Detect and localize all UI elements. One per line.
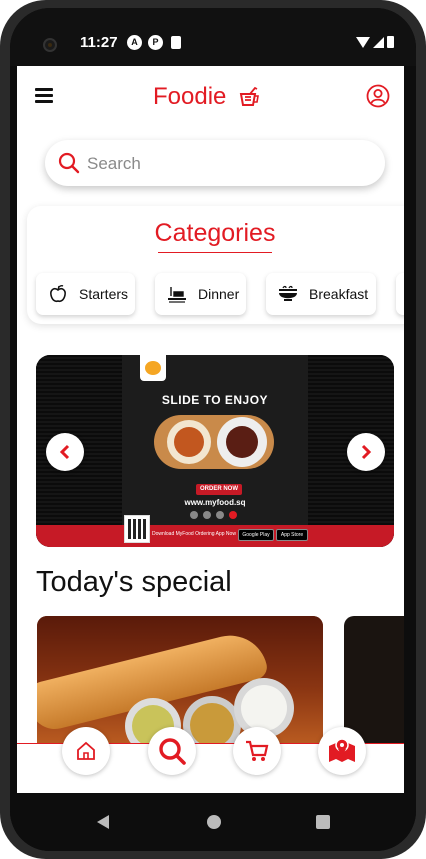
category-chip-more[interactable] bbox=[396, 273, 404, 315]
signal-icon bbox=[373, 37, 384, 48]
cart-icon bbox=[246, 740, 269, 761]
nav-home-button[interactable] bbox=[62, 727, 110, 775]
search-bar bbox=[45, 140, 385, 186]
search-icon bbox=[159, 738, 186, 765]
camera-icon bbox=[43, 38, 57, 52]
profile-icon[interactable] bbox=[366, 84, 390, 113]
banner-heading: SLIDE TO ENJOY bbox=[161, 393, 269, 407]
notification-a-icon: A bbox=[127, 35, 142, 50]
carousel-dot-active[interactable] bbox=[229, 511, 237, 519]
chicken-plate-image bbox=[217, 417, 267, 467]
chevron-right-icon bbox=[361, 444, 372, 460]
chevron-left-icon bbox=[59, 444, 70, 460]
category-label: Breakfast bbox=[309, 286, 369, 302]
category-chip-breakfast[interactable]: Breakfast bbox=[266, 273, 376, 315]
google-play-badge[interactable]: Google Play bbox=[238, 529, 274, 541]
curry-bowl-image bbox=[167, 420, 211, 464]
category-chip-starters[interactable]: Starters bbox=[36, 273, 135, 315]
sambar-bowl-fill bbox=[190, 703, 234, 747]
system-nav-bar bbox=[10, 793, 416, 851]
bottom-nav bbox=[17, 727, 404, 793]
raita-bowl-fill bbox=[241, 685, 287, 731]
carousel-dot[interactable] bbox=[216, 511, 224, 519]
status-bar: 11:27 A P bbox=[10, 8, 416, 66]
category-label: Starters bbox=[79, 286, 129, 302]
promo-banner[interactable]: SLIDE TO ENJOY ORDER NOW www.myfood.sq D… bbox=[36, 355, 394, 547]
nav-search-button[interactable] bbox=[148, 727, 196, 775]
app-store-badge[interactable]: App Store bbox=[276, 529, 308, 541]
home-icon bbox=[77, 741, 95, 760]
home-circle-icon[interactable] bbox=[207, 815, 221, 829]
brand-logo bbox=[140, 355, 166, 381]
back-icon[interactable] bbox=[97, 815, 109, 829]
food-logo-icon bbox=[238, 86, 260, 113]
qr-code bbox=[124, 515, 150, 543]
download-text: Download MyFood Ordering App Now bbox=[152, 531, 236, 537]
carousel-dot[interactable] bbox=[203, 511, 211, 519]
categories-underline bbox=[158, 252, 272, 253]
app-title: Foodie bbox=[153, 83, 227, 110]
categories-title: Categories bbox=[154, 219, 276, 247]
section-title: Today's special bbox=[36, 566, 232, 598]
app-screen: Foodie Categories bbox=[17, 66, 404, 793]
category-chip-dinner[interactable]: Dinner bbox=[155, 273, 246, 315]
status-indicators bbox=[356, 36, 394, 48]
status-time: 11:27 bbox=[80, 34, 118, 51]
carousel-dots bbox=[190, 511, 237, 519]
carousel-next-button[interactable] bbox=[347, 433, 385, 471]
sim-card-icon bbox=[171, 36, 181, 49]
banner-url: www.myfood.sq bbox=[184, 498, 246, 507]
notification-p-icon: P bbox=[148, 35, 163, 50]
nav-map-button[interactable] bbox=[318, 727, 366, 775]
app-bar: Foodie bbox=[17, 66, 404, 128]
bowl-icon bbox=[277, 283, 299, 305]
map-icon bbox=[329, 738, 355, 762]
search-input[interactable] bbox=[85, 148, 369, 180]
order-now-button[interactable]: ORDER NOW bbox=[196, 484, 242, 495]
menu-icon[interactable] bbox=[35, 88, 53, 103]
carousel-prev-button[interactable] bbox=[46, 433, 84, 471]
nav-cart-button[interactable] bbox=[233, 727, 281, 775]
recents-icon[interactable] bbox=[316, 815, 330, 829]
apple-icon bbox=[47, 283, 69, 305]
dinner-icon bbox=[166, 283, 188, 305]
search-icon[interactable] bbox=[57, 151, 81, 180]
category-label: Dinner bbox=[198, 286, 240, 302]
categories-card: Categories Starters Dinner Breakfast bbox=[27, 206, 404, 324]
battery-icon bbox=[387, 36, 394, 48]
wifi-icon bbox=[356, 37, 370, 48]
carousel-dot[interactable] bbox=[190, 511, 198, 519]
